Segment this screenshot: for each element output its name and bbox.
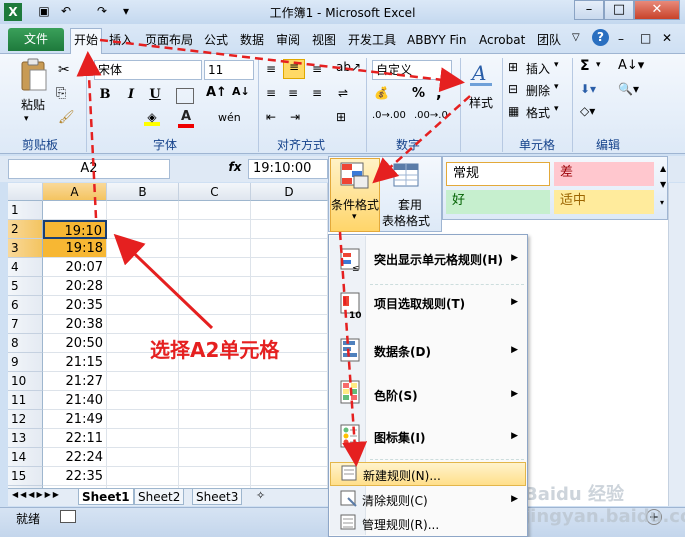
arrow-styles-to-condformat: [372, 95, 471, 184]
arrow-home-to-styles: [99, 38, 465, 93]
annotation-overlay: [76, 38, 471, 467]
arrow-label-to-a2: [113, 233, 214, 330]
arrow-a2-to-home-tab: [76, 51, 102, 219]
arrow-condformat-to-new-rule: [338, 231, 368, 467]
annotation-text: 选择A2单元格: [150, 338, 280, 362]
